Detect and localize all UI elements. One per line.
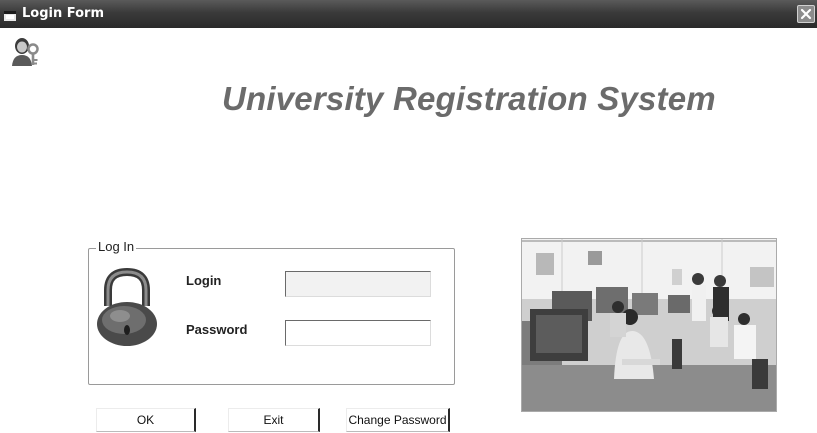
change-password-button[interactable]: Change Password: [346, 408, 450, 432]
page-title: University Registration System: [222, 80, 716, 117]
groupbox-legend: Log In: [96, 239, 137, 254]
login-input[interactable]: [285, 271, 431, 297]
password-input[interactable]: [285, 320, 431, 346]
password-label: Password: [186, 322, 248, 337]
user-key-icon: [10, 36, 40, 73]
title-bar: Login Form: [0, 0, 817, 28]
window-icon: [4, 8, 16, 26]
close-icon: [800, 8, 812, 20]
close-button[interactable]: [797, 5, 815, 23]
padlock-icon: [96, 267, 158, 353]
exit-button[interactable]: Exit: [228, 408, 320, 432]
window-title: Login Form: [22, 6, 104, 21]
computer-lab-photo: [521, 238, 777, 412]
login-label: Login: [186, 273, 222, 288]
ok-button[interactable]: OK: [96, 408, 196, 432]
